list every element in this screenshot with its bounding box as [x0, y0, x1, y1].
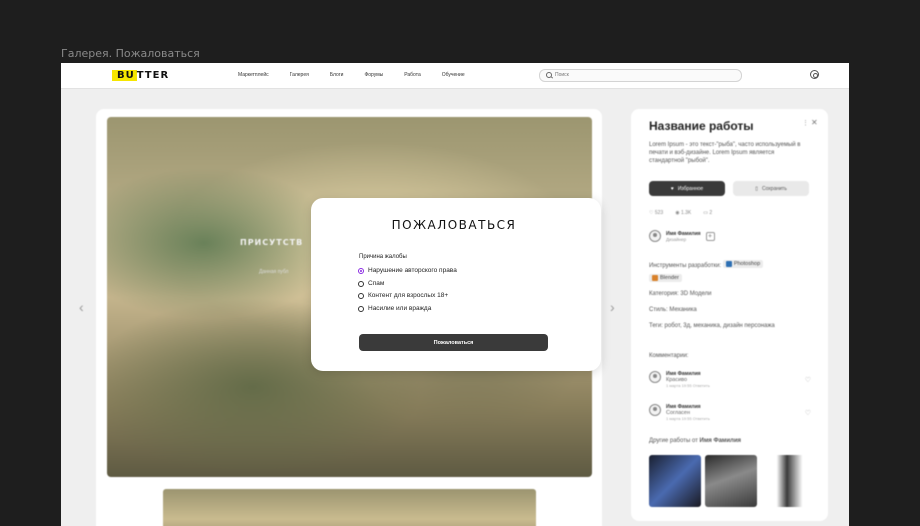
main-nav: Маркетплейс Галерея Блоги Форумы Работа … [238, 72, 465, 78]
comments-stat: ▭ 2 [703, 210, 712, 216]
stats-row: ♡ 523 ◉ 1.3K ▭ 2 [649, 210, 712, 216]
comments-count: 2 [709, 210, 713, 216]
tools-row-2: Blender [649, 274, 682, 283]
work-title: Название работы [649, 119, 754, 133]
search-bar [539, 69, 742, 82]
artwork-title: ПРИСУТСТВ [240, 238, 304, 247]
option-label: Нарушение авторского права [368, 267, 457, 274]
nav-blogs[interactable]: Блоги [330, 72, 344, 78]
thumbnail[interactable] [649, 455, 701, 507]
nav-learning[interactable]: Обучение [442, 72, 465, 78]
prev-arrow-icon[interactable]: ‹ [79, 299, 84, 315]
nav-forums[interactable]: Форумы [364, 72, 383, 78]
nav-jobs[interactable]: Работа [404, 72, 421, 78]
author-name[interactable]: Имя Фамилия [666, 231, 701, 237]
author-block: Имя Фамилия Дизайнер + [649, 230, 715, 242]
logo[interactable]: BU TTER [112, 70, 169, 81]
comment-item: Имя Фамилия Согласен 1 марта 19:55 Ответ… [649, 404, 811, 421]
option-violence[interactable]: Насилие или вражда [358, 305, 431, 312]
other-works-thumbnails [649, 455, 813, 507]
comments-label: Комментарии: [649, 353, 689, 359]
radio[interactable] [358, 280, 364, 287]
radio-selected[interactable] [358, 267, 364, 274]
favorite-button[interactable]: ♥ Избранное [649, 181, 725, 196]
option-copyright[interactable]: Нарушение авторского права [358, 267, 457, 274]
like-comment-icon[interactable]: ♡ [805, 409, 811, 417]
commenter-avatar[interactable] [649, 404, 661, 416]
thumbnail[interactable] [705, 455, 757, 507]
thumbnail[interactable] [761, 455, 813, 507]
comment-meta: 1 марта 19:55 Ответить [666, 383, 710, 388]
views-stat: ◉ 1.3K [675, 210, 691, 216]
radio[interactable] [358, 305, 364, 312]
radio[interactable] [358, 292, 364, 299]
favorite-label: Избранное [677, 185, 704, 192]
likes-count: 523 [654, 210, 664, 216]
search-input[interactable] [555, 71, 735, 79]
style-line: Стиль: Механика [649, 307, 697, 313]
eye-icon: ◉ [675, 210, 680, 216]
more-icon[interactable]: ⋮ [802, 119, 809, 127]
heart-outline-icon: ♡ [649, 210, 654, 216]
bookmark-icon: ▯ [755, 185, 758, 192]
save-button[interactable]: ▯ Сохранить [733, 181, 809, 196]
comment-item: Имя Фамилия Красиво 1 марта 19:55 Ответи… [649, 371, 811, 388]
page: BU TTER Маркетплейс Галерея Блоги Форумы … [61, 63, 849, 526]
other-works-prefix: Другие работы от [649, 438, 700, 444]
tool-tag-blender[interactable]: Blender [649, 274, 682, 282]
frame-title: Галерея. Пожаловаться [61, 47, 200, 60]
tool-tag-photoshop[interactable]: Photoshop [722, 260, 764, 268]
option-label: Контент для взрослых 18+ [368, 292, 449, 299]
likes-stat: ♡ 523 [649, 210, 663, 216]
other-works-label: Другие работы от Имя Фамилия [649, 438, 741, 444]
details-panel: Название работы ⋮ ✕ Lorem Ipsum - это те… [631, 109, 828, 521]
tags-line: Теги: робот, 3д, механика, дизайн персон… [649, 323, 775, 329]
views-count: 1.3K [680, 210, 692, 216]
tool-name: Photoshop [733, 261, 761, 267]
photoshop-icon [725, 261, 732, 267]
option-spam[interactable]: Спам [358, 280, 384, 287]
save-label: Сохранить [761, 185, 787, 192]
like-comment-icon[interactable]: ♡ [805, 376, 811, 384]
heart-icon: ♥ [670, 185, 674, 192]
top-bar: BU TTER Маркетплейс Галерея Блоги Форумы … [61, 63, 849, 89]
other-works-author[interactable]: Имя Фамилия [700, 438, 742, 444]
category-line: Категория: 3D Модели [649, 291, 712, 297]
logo-highlight: BU [112, 70, 137, 81]
next-arrow-icon[interactable]: › [610, 299, 615, 315]
logo-rest: TTER [136, 70, 170, 81]
artwork-subtitle: Данная публ [259, 269, 289, 275]
follow-plus-icon[interactable]: + [705, 231, 715, 241]
work-description: Lorem Ipsum - это текст-"рыба", часто ис… [649, 142, 801, 164]
tools-label: Инструменты разработки: [649, 263, 722, 269]
option-adult[interactable]: Контент для взрослых 18+ [358, 292, 448, 299]
option-label: Насилие или вражда [368, 305, 432, 312]
author-role: Дизайнер [666, 236, 687, 242]
author-avatar[interactable] [649, 230, 661, 242]
nav-marketplace[interactable]: Маркетплейс [238, 72, 269, 78]
tools-row: Инструменты разработки: Photoshop [649, 260, 764, 269]
reason-label: Причина жалобы [359, 254, 407, 260]
option-label: Спам [368, 280, 385, 287]
submit-report-button[interactable]: Пожаловаться [359, 334, 548, 351]
blender-icon [652, 275, 658, 281]
modal-title: ПОЖАЛОВАТЬСЯ [391, 218, 517, 232]
comment-meta: 1 марта 19:55 Ответить [666, 416, 710, 421]
close-icon[interactable]: ✕ [811, 118, 818, 127]
search-icon [546, 72, 552, 78]
report-modal: ПОЖАЛОВАТЬСЯ Причина жалобы Нарушение ав… [311, 198, 601, 371]
settings-icon[interactable] [810, 70, 819, 79]
tool-name: Blender [660, 275, 679, 281]
commenter-avatar[interactable] [649, 371, 661, 383]
nav-gallery[interactable]: Галерея [290, 72, 309, 78]
comment-icon: ▭ [703, 210, 709, 216]
artwork-image-secondary[interactable] [163, 489, 536, 526]
